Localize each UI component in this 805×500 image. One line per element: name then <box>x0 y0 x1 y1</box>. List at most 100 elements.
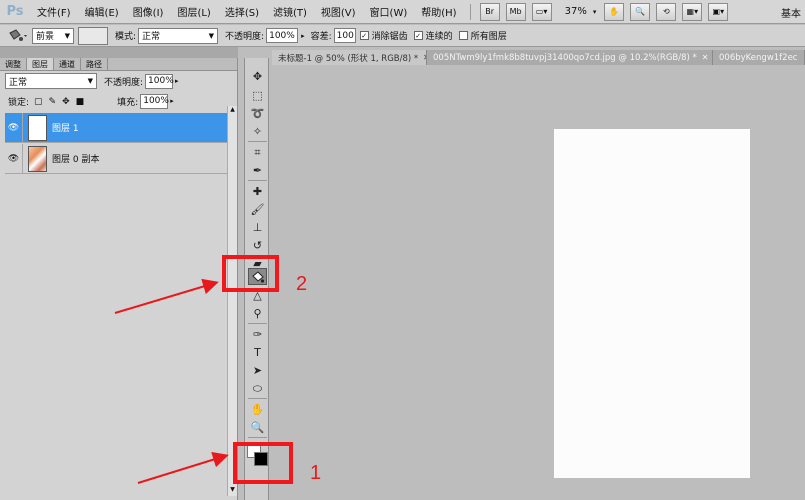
lock-row: 锁定: ▢ ✎ ✥ ■ 填充: 100% ▸ <box>0 91 237 111</box>
zoom-chevron-icon[interactable]: ▾ <box>593 8 597 16</box>
all-layers-checkbox[interactable] <box>458 31 468 40</box>
layer-opacity-arrow-icon[interactable]: ▸ <box>175 77 179 85</box>
doc-tab-image[interactable]: 005NTwm9ly1fmk8b8tuvpj31400qo7cd.jpg @ 1… <box>427 50 713 65</box>
fill-label: 填充: <box>117 97 139 108</box>
contiguous-label: 连续的 <box>425 32 453 42</box>
move-tool-icon[interactable]: ✥ <box>248 68 267 85</box>
clone-stamp-tool-icon[interactable]: ⊥ <box>248 219 267 236</box>
doc-tab-third[interactable]: 006byKengw1f2ec <box>713 50 805 65</box>
menu-help[interactable]: 帮助(H) <box>414 4 463 19</box>
antialias-label: 消除锯齿 <box>371 32 408 42</box>
options-bar: 前景 ▼ 模式: 正常 ▼ 不透明度: 100% ▸ 容差: 100 ✓ 消除锯… <box>0 25 805 47</box>
layer-name: 图层 1 <box>52 124 79 134</box>
antialias-checkbox[interactable]: ✓ <box>359 31 369 40</box>
tool-separator <box>248 141 267 142</box>
mode-value: 正常 <box>142 32 161 42</box>
spot-healing-tool-icon[interactable]: ✚ <box>248 183 267 200</box>
contiguous-checkbox[interactable]: ✓ <box>413 31 423 40</box>
zoom-tool-icon[interactable]: 🔍 <box>248 419 267 436</box>
workspace-switcher[interactable]: 基本 <box>781 5 801 20</box>
chevron-down-icon: ▼ <box>208 31 215 40</box>
brush-tool-icon[interactable]: 🖌 <box>248 201 267 218</box>
layer-blend-mode-value: 正常 <box>9 77 28 88</box>
mode-label: 模式: <box>115 32 137 42</box>
menu-filter[interactable]: 滤镜(T) <box>266 4 314 19</box>
tab-layers[interactable]: 图层 <box>27 58 54 70</box>
layer-opacity-label: 不透明度: <box>104 77 144 88</box>
hand-tool-button[interactable]: ✋ <box>604 2 625 21</box>
crop-tool-icon[interactable]: ⌗ <box>248 144 267 161</box>
opacity-slider-arrow-icon[interactable]: ▸ <box>301 32 305 40</box>
arrange-documents-button[interactable]: ▦▾ <box>682 2 703 21</box>
visibility-eye-icon[interactable]: 👁 <box>5 143 23 174</box>
visibility-eye-icon[interactable]: 👁 <box>5 112 23 143</box>
lock-all-icon[interactable]: ■ <box>76 97 85 107</box>
lock-pixels-icon[interactable]: ✎ <box>49 97 57 107</box>
menu-edit[interactable]: 编辑(E) <box>78 4 126 19</box>
type-tool-icon[interactable]: T <box>248 344 267 361</box>
zoom-level[interactable]: 37% <box>565 6 587 17</box>
paint-bucket-preset-icon[interactable] <box>6 27 32 45</box>
layer-blend-mode-select[interactable]: 正常 ▼ <box>5 73 97 89</box>
canvas-workspace[interactable] <box>272 66 805 500</box>
fill-source-value: 前景 <box>36 32 55 42</box>
tool-separator <box>248 323 267 324</box>
screen-mode-button[interactable]: ▣▾ <box>708 2 729 21</box>
bridge-button[interactable]: Br <box>479 2 500 21</box>
doc-tab-title: 未标题-1 @ 50% (形状 1, RGB/8) * <box>278 53 419 64</box>
tab-paths[interactable]: 路径 <box>81 58 108 70</box>
lock-transparency-icon[interactable]: ▢ <box>34 97 43 107</box>
extras-dropdown-button[interactable]: ▭▾ <box>531 2 552 21</box>
zoom-tool-button[interactable]: 🔍 <box>630 2 651 21</box>
hand-tool-icon[interactable]: ✋ <box>248 401 267 418</box>
tool-separator <box>248 398 267 399</box>
layer-name: 图层 0 副本 <box>52 155 100 165</box>
photoshop-logo: Ps <box>6 4 24 19</box>
dodge-tool-icon[interactable]: ⚲ <box>248 305 267 322</box>
document-canvas[interactable] <box>554 129 750 478</box>
opacity-input[interactable]: 100% <box>266 28 299 43</box>
mini-bridge-button[interactable]: Mb <box>505 2 526 21</box>
chevron-down-icon: ▼ <box>87 77 93 85</box>
fill-source-select[interactable]: 前景 ▼ <box>32 27 74 44</box>
lock-icons: ▢ ✎ ✥ ■ <box>31 96 87 107</box>
lock-label: 锁定: <box>8 97 30 108</box>
layer-opacity-input[interactable]: 100% <box>145 73 174 89</box>
path-selection-tool-icon[interactable]: ➤ <box>248 362 267 379</box>
menu-layer[interactable]: 图层(L) <box>170 4 217 19</box>
layers-scrollbar[interactable]: ▲ ▼ <box>227 106 237 496</box>
layer-row-layer-1[interactable]: 👁 图层 1 <box>5 112 228 143</box>
marquee-tool-icon[interactable]: ⬚ <box>248 87 267 104</box>
pattern-picker[interactable] <box>78 26 108 45</box>
ellipse-tool-icon[interactable]: ⬭ <box>248 380 267 397</box>
tab-channels[interactable]: 通道 <box>54 58 81 70</box>
layer-row-layer-0-copy[interactable]: 👁 图层 0 副本 <box>5 143 228 174</box>
eyedropper-tool-icon[interactable]: ✒ <box>248 162 267 179</box>
pen-tool-icon[interactable]: ✑ <box>248 326 267 343</box>
highlight-box-paint-bucket <box>222 255 279 292</box>
menu-select[interactable]: 选择(S) <box>218 4 266 19</box>
fill-input[interactable]: 100% <box>140 93 169 109</box>
close-icon[interactable]: ✕ <box>702 53 709 62</box>
quick-selection-tool-icon[interactable]: ✧ <box>248 123 267 140</box>
doc-tab-untitled-1[interactable]: 未标题-1 @ 50% (形状 1, RGB/8) * ✕ <box>272 50 427 65</box>
doc-tab-title: 005NTwm9ly1fmk8b8tuvpj31400qo7cd.jpg @ 1… <box>433 52 697 63</box>
menu-image[interactable]: 图像(I) <box>126 4 171 19</box>
layers-panel: 调整 图层 通道 路径 正常 ▼ 不透明度: 100% ▸ 锁定: ▢ ✎ ✥ ■ 填… <box>0 47 238 500</box>
menu-window[interactable]: 窗口(W) <box>363 4 415 19</box>
scroll-up-icon[interactable]: ▲ <box>228 106 237 116</box>
history-brush-tool-icon[interactable]: ↺ <box>248 237 267 254</box>
lasso-tool-icon[interactable]: ➰ <box>248 105 267 122</box>
rotate-view-button[interactable]: ⟲ <box>656 2 677 21</box>
tolerance-input[interactable]: 100 <box>333 28 356 43</box>
scroll-down-icon[interactable]: ▼ <box>228 486 237 496</box>
menu-view[interactable]: 视图(V) <box>314 4 363 19</box>
lock-position-icon[interactable]: ✥ <box>62 97 70 107</box>
tab-adjustments[interactable]: 调整 <box>0 58 27 70</box>
mode-select[interactable]: 正常 ▼ <box>138 27 219 44</box>
tool-separator <box>248 180 267 181</box>
menu-file[interactable]: 文件(F) <box>30 4 78 19</box>
fill-arrow-icon[interactable]: ▸ <box>170 97 174 105</box>
menu-bar: Ps 文件(F) 编辑(E) 图像(I) 图层(L) 选择(S) 滤镜(T) 视… <box>0 0 805 24</box>
annotation-label-1: 1 <box>310 462 322 484</box>
